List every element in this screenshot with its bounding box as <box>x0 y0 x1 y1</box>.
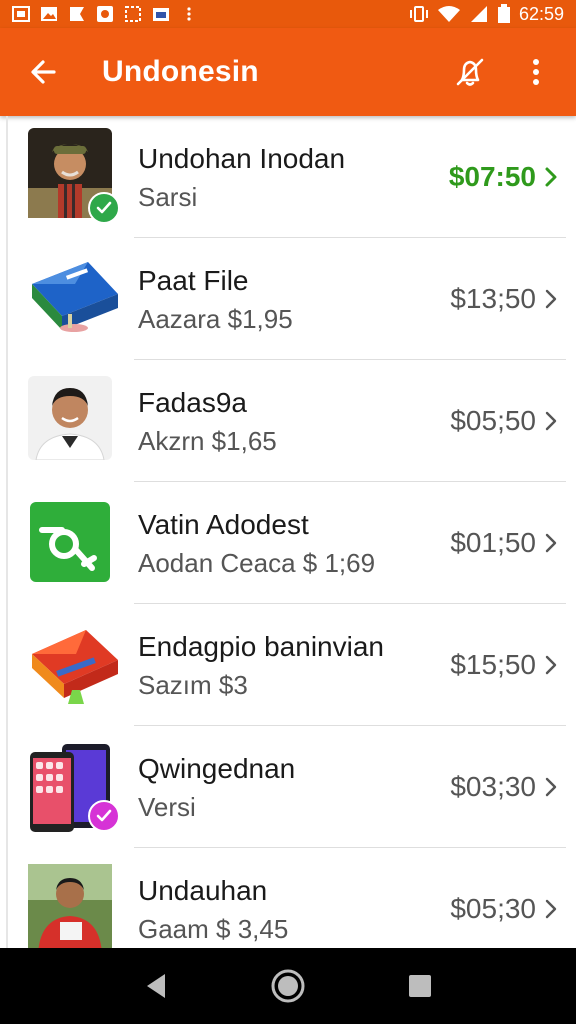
home-circle-icon <box>271 969 305 1003</box>
bell-off-icon <box>456 58 484 86</box>
item-subtitle: Aazara $1,95 <box>138 304 293 334</box>
item-title: Undauhan <box>138 875 268 906</box>
item-title: Undohan Inodan <box>138 143 346 174</box>
list-item[interactable]: Undauhan Gaam $ 3,45 $05;30 <box>8 848 576 948</box>
status-bar: 62:59 <box>0 0 576 28</box>
envelope-image <box>32 262 118 332</box>
item-subtitle: Sarsi <box>138 182 198 212</box>
chevron-right-icon <box>545 533 557 553</box>
chevron-right-icon <box>545 777 557 797</box>
system-nav-bar <box>0 948 576 1024</box>
selected-badge <box>88 800 120 832</box>
list-item[interactable]: Paat File Aazara $1,95 $13;50 <box>8 238 576 360</box>
chevron-right-icon <box>545 899 557 919</box>
back-button[interactable] <box>18 47 68 97</box>
envelope-image <box>32 630 118 704</box>
chevron-right-icon <box>545 167 557 187</box>
green-app-thumbnail <box>28 500 112 590</box>
item-price: $15;50 <box>450 649 536 680</box>
check-icon <box>96 201 112 214</box>
item-price: $07:50 <box>448 161 536 192</box>
item-price: $05;30 <box>450 893 536 924</box>
vibrate-icon <box>409 6 428 22</box>
item-price: $03;30 <box>450 771 536 802</box>
item-price: $13;50 <box>450 283 536 314</box>
item-subtitle: Akzrn $1,65 <box>138 426 277 456</box>
item-subtitle: Versi <box>138 792 196 822</box>
portrait-image <box>28 376 112 461</box>
flag-icon <box>70 7 84 21</box>
status-notifications <box>12 6 198 22</box>
item-title: Endagpio baninvian <box>138 631 384 662</box>
envelope-red-thumbnail <box>28 620 118 710</box>
list-item[interactable]: Endagpio baninvian Sazım $3 $15;50 <box>8 604 576 726</box>
item-price: $05;50 <box>450 405 536 436</box>
status-system: 62:59 <box>409 4 564 25</box>
item-list: Undohan Inodan Sarsi $07:50 Paat File Aa… <box>6 116 576 948</box>
mute-notifications-button[interactable] <box>448 50 492 94</box>
back-triangle-icon <box>147 974 165 998</box>
item-subtitle: Sazım $3 <box>138 670 248 700</box>
more-dots-icon <box>187 7 191 21</box>
chevron-right-icon <box>545 289 557 309</box>
chevron-right-icon <box>545 655 557 675</box>
list-item[interactable]: Vatin Adodest Aodan Ceaca $ 1;69 $01;50 <box>8 482 576 604</box>
calendar-icon <box>153 8 169 21</box>
overflow-menu-button[interactable] <box>514 50 558 94</box>
list-item[interactable]: Fadas9a Akzrn $1,65 $05;50 <box>8 360 576 482</box>
status-time: 62:59 <box>518 3 564 24</box>
item-title: Fadas9a <box>138 387 247 418</box>
recents-square-icon <box>409 975 431 997</box>
app-bar: Undonesin <box>0 28 576 116</box>
chevron-right-icon <box>545 411 557 431</box>
signal-icon <box>470 6 487 22</box>
list-item[interactable]: Undohan Inodan Sarsi $07:50 <box>8 116 576 238</box>
verified-badge <box>88 192 120 224</box>
record-icon <box>97 6 113 22</box>
item-price: $01;50 <box>450 527 536 558</box>
image-icon <box>41 7 57 21</box>
item-subtitle: Gaam $ 3,45 <box>138 914 289 944</box>
page-title: Undonesin <box>102 55 259 88</box>
list-item[interactable]: Qwingednan Versi $03;30 <box>8 726 576 848</box>
portrait-military-thumbnail <box>28 128 120 224</box>
check-icon <box>96 809 112 822</box>
item-subtitle: Aodan Ceaca $ 1;69 <box>138 548 376 578</box>
item-title: Qwingednan <box>138 753 296 784</box>
arrow-left-icon <box>31 60 56 84</box>
portrait-man-thumbnail <box>28 376 112 466</box>
wifi-icon <box>437 6 460 22</box>
item-title: Vatin Adodest <box>138 509 309 540</box>
nav-back-button[interactable] <box>134 964 178 1008</box>
more-vert-icon <box>533 59 539 85</box>
nav-home-button[interactable] <box>266 964 310 1008</box>
battery-icon <box>497 4 510 23</box>
portrait-image <box>28 864 112 948</box>
envelope-blue-thumbnail <box>28 254 118 344</box>
nav-recents-button[interactable] <box>398 964 442 1008</box>
phones-thumbnail <box>28 740 120 832</box>
grid-icon <box>125 6 141 22</box>
green-app-icon <box>30 502 110 582</box>
item-title: Paat File <box>138 265 249 296</box>
notification-box-icon <box>12 6 30 22</box>
portrait-outdoor-thumbnail <box>28 864 112 948</box>
